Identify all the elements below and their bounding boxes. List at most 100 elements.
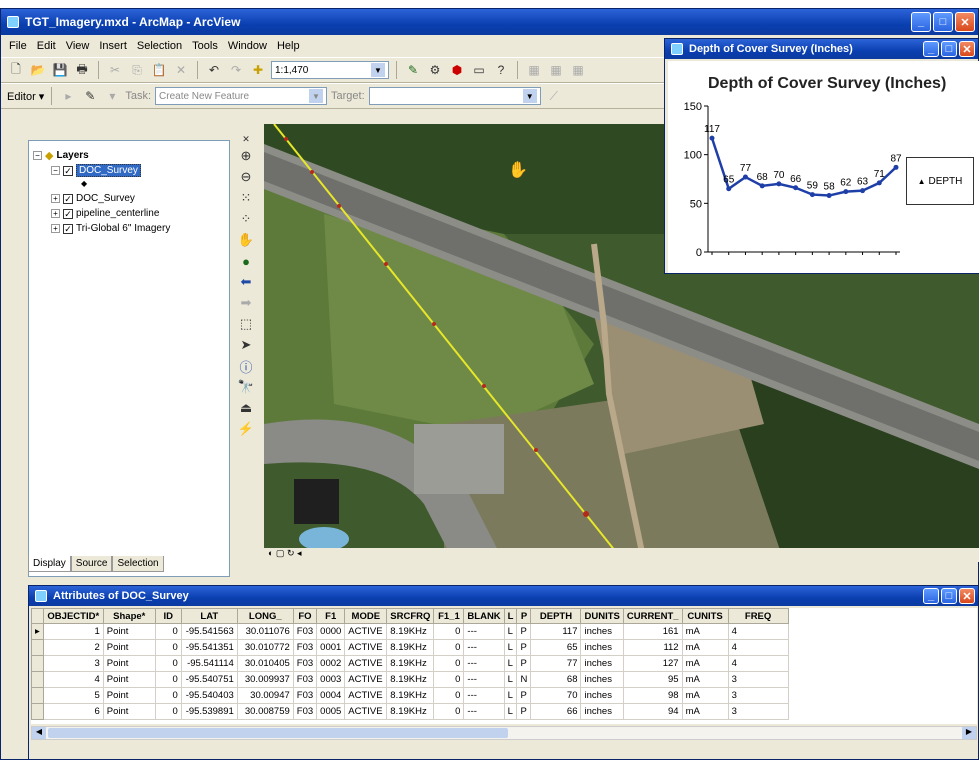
row-selector[interactable] (31, 687, 44, 704)
column-header[interactable]: SRCFRQ (386, 608, 435, 624)
table-cell[interactable]: inches (580, 655, 624, 672)
table-cell[interactable]: L (503, 687, 518, 704)
table-cell[interactable]: ACTIVE (344, 687, 388, 704)
table-cell[interactable]: 0001 (316, 639, 346, 656)
layout-icon[interactable]: ▦ (547, 61, 565, 79)
table-cell[interactable]: L (503, 623, 518, 640)
column-header[interactable]: MODE (344, 608, 388, 624)
whats-this-icon[interactable]: ? (492, 61, 510, 79)
table-cell[interactable]: 8.19KHz (386, 703, 435, 720)
table-cell[interactable]: 6 (42, 703, 104, 720)
select-elements-icon[interactable]: ➤ (237, 336, 255, 354)
toc-layer-doc-survey-selected[interactable]: − ✓ DOC_Survey (51, 164, 141, 177)
redo-icon[interactable]: ↷ (227, 61, 245, 79)
arctoolbox-icon[interactable]: ⚙ (426, 61, 444, 79)
table-cell[interactable]: 68 (530, 671, 582, 688)
table-cell[interactable]: mA (681, 655, 729, 672)
measure-icon[interactable]: ⏏ (237, 399, 255, 417)
table-row[interactable]: 3 Point 0 -95.541114 30.010405 F03 0002 ACTIVE 8… (31, 655, 789, 672)
table-cell[interactable]: 117 (530, 623, 582, 640)
row-selector[interactable]: ▸ (31, 623, 44, 640)
column-header[interactable]: LONG_ (236, 608, 294, 624)
row-selector[interactable] (31, 639, 44, 656)
column-header[interactable]: LAT (180, 608, 238, 624)
column-header[interactable]: CURRENT_ (622, 608, 683, 624)
table-cell[interactable]: 4 (727, 655, 789, 672)
table-cell[interactable]: 70 (530, 687, 582, 704)
table-cell[interactable]: -95.541114 (180, 655, 238, 672)
tab-display[interactable]: Display (28, 556, 71, 572)
table-cell[interactable]: -95.540403 (180, 687, 238, 704)
table-cell[interactable]: --- (463, 655, 505, 672)
hyperlink-icon[interactable]: ⚡ (237, 420, 255, 438)
table-cell[interactable]: --- (463, 671, 505, 688)
table-cell[interactable]: F03 (292, 671, 318, 688)
menu-edit[interactable]: Edit (37, 40, 56, 52)
new-document-icon[interactable]: 🗋 (7, 61, 25, 79)
table-cell[interactable]: 4 (727, 639, 789, 656)
identify-icon[interactable]: ⓘ (237, 357, 255, 375)
menu-insert[interactable]: Insert (99, 40, 127, 52)
table-cell[interactable]: 161 (622, 623, 683, 640)
table-cell[interactable]: 0 (433, 639, 465, 656)
table-cell[interactable]: 77 (530, 655, 582, 672)
table-cell[interactable]: 95 (622, 671, 683, 688)
forward-icon[interactable]: ➡ (237, 294, 255, 312)
close-button[interactable]: ✕ (959, 588, 975, 604)
column-header[interactable]: FO (292, 608, 318, 624)
table-cell[interactable]: P (516, 655, 532, 672)
table-cell[interactable]: Point (102, 703, 156, 720)
table-cell[interactable]: --- (463, 703, 505, 720)
cut-icon[interactable]: ✂ (106, 61, 124, 79)
table-cell[interactable]: 0 (154, 687, 182, 704)
table-cell[interactable]: ACTIVE (344, 639, 388, 656)
table-cell[interactable]: 8.19KHz (386, 671, 435, 688)
table-cell[interactable]: 1 (42, 623, 104, 640)
expand-icon[interactable]: + (51, 194, 60, 203)
add-data-icon[interactable]: ✚ (249, 61, 267, 79)
layout-icon[interactable]: ▦ (525, 61, 543, 79)
table-cell[interactable]: P (516, 703, 532, 720)
table-cell[interactable]: -95.541563 (180, 623, 238, 640)
table-cell[interactable]: L (503, 639, 518, 656)
table-cell[interactable]: 0000 (316, 623, 346, 640)
scroll-right-icon[interactable]: ▶ (962, 727, 976, 739)
table-cell[interactable]: Point (102, 687, 156, 704)
horizontal-scrollbar[interactable]: ◀ ▶ (31, 726, 977, 740)
column-header[interactable]: F1_1 (433, 608, 465, 624)
checkbox-icon[interactable]: ✓ (63, 193, 73, 204)
table-cell[interactable]: 127 (622, 655, 683, 672)
map-scale-combo[interactable]: 1:1,470 ▼ (271, 61, 389, 79)
table-cell[interactable]: 3 (42, 655, 104, 672)
collapse-icon[interactable]: − (51, 166, 60, 175)
table-cell[interactable]: 3 (727, 671, 789, 688)
table-cell[interactable]: 30.008759 (236, 703, 294, 720)
tab-selection[interactable]: Selection (112, 556, 164, 572)
table-cell[interactable]: F03 (292, 703, 318, 720)
toc-layer-imagery[interactable]: + ✓ Tri-Global 6" Imagery (51, 223, 170, 234)
column-header[interactable]: P (516, 608, 532, 624)
table-cell[interactable]: Point (102, 639, 156, 656)
table-cell[interactable]: ACTIVE (344, 623, 388, 640)
table-cell[interactable]: inches (580, 703, 624, 720)
table-cell[interactable]: --- (463, 639, 505, 656)
table-cell[interactable]: 30.011076 (236, 623, 294, 640)
pan-icon[interactable]: ✋ (237, 231, 255, 249)
table-cell[interactable]: 0 (433, 687, 465, 704)
table-row[interactable]: 2 Point 0 -95.541351 30.010772 F03 0001 ACTIVE 8… (31, 639, 789, 656)
scroll-thumb[interactable] (48, 728, 508, 738)
sketch-tool-icon[interactable]: ✎ (81, 87, 99, 105)
full-extent-icon[interactable]: ● (237, 252, 255, 270)
fixed-zoom-out-icon[interactable]: ⁘ (237, 210, 255, 228)
table-cell[interactable]: L (503, 703, 518, 720)
table-cell[interactable]: 0 (433, 703, 465, 720)
table-cell[interactable]: inches (580, 671, 624, 688)
table-cell[interactable]: P (516, 623, 532, 640)
table-cell[interactable]: N (516, 671, 532, 688)
toc-root[interactable]: − ◆ Layers (33, 149, 89, 162)
table-cell[interactable]: --- (463, 687, 505, 704)
find-icon[interactable]: 🔭 (237, 378, 255, 396)
menu-view[interactable]: View (66, 40, 90, 52)
table-cell[interactable]: 0 (154, 623, 182, 640)
row-selector[interactable] (31, 671, 44, 688)
